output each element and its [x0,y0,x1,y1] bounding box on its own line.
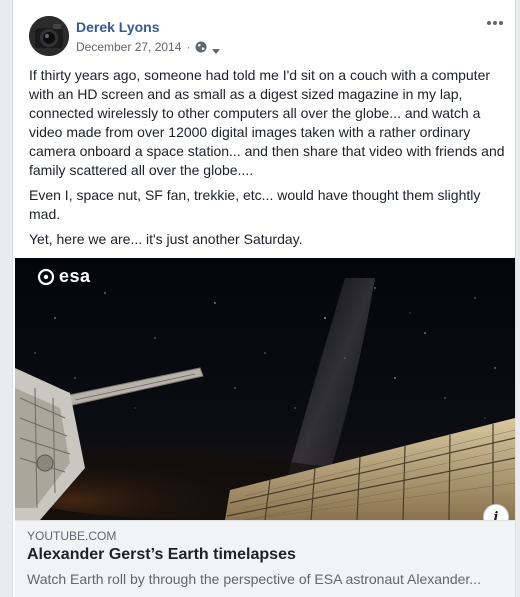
link-description: Watch Earth roll by through the perspect… [27,571,481,587]
post-date[interactable]: December 27, 2014 [76,40,181,54]
meta-separator: · [186,40,191,54]
link-domain: YOUTUBE.COM [27,529,117,543]
post-paragraph: If thirty years ago, someone had told me… [29,67,505,178]
esa-logo-icon [37,268,55,285]
more-options-icon[interactable] [485,16,505,28]
post-paragraph: Even I, space nut, SF fan, trekkie, etc.… [29,187,481,222]
post-meta: December 27, 2014 · [76,40,221,54]
globe-icon[interactable] [195,41,207,53]
post-body: If thirty years ago, someone had told me… [29,66,507,255]
chevron-down-icon[interactable] [212,44,221,54]
esa-logo: esa [37,266,91,287]
avatar[interactable] [29,16,69,56]
post-paragraph: Yet, here we are... it's just another Sa… [29,231,303,247]
link-preview[interactable]: YOUTUBE.COM Alexander Gerst’s Earth time… [15,520,515,597]
video-thumbnail[interactable]: esa i [15,258,515,520]
link-title[interactable]: Alexander Gerst’s Earth timelapses [27,546,296,564]
space-station-image [15,258,515,520]
esa-logo-text: esa [59,266,91,286]
post-card: Derek Lyons December 27, 2014 · If thirt… [12,0,516,597]
author-name[interactable]: Derek Lyons [76,19,160,35]
